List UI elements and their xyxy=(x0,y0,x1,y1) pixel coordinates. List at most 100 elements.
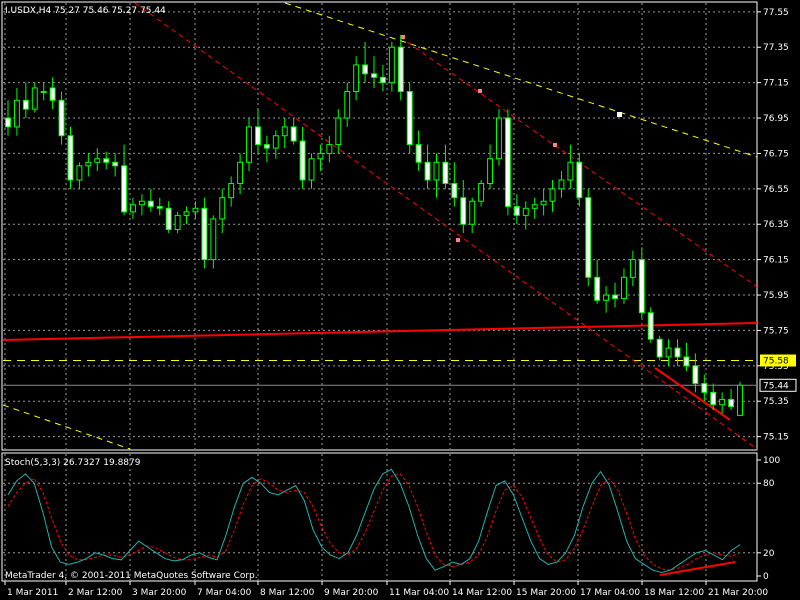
candle-bull xyxy=(210,218,217,261)
candle-bull xyxy=(130,204,136,213)
time-tick-label: 14 Mar 12:00 xyxy=(452,588,512,598)
candle-bear xyxy=(362,64,369,75)
trendline-anchor-marker xyxy=(617,112,622,117)
candle-bear xyxy=(460,197,467,225)
candle-bull xyxy=(31,87,38,110)
time-tick-label: 11 Mar 04:00 xyxy=(389,588,449,598)
time-tick-label: 15 Mar 20:00 xyxy=(516,588,576,598)
candle-bear xyxy=(22,99,29,110)
fractal-marker xyxy=(456,238,460,242)
candle-bear xyxy=(424,161,431,181)
symbol-info: I.USDX,H4 75.27 75.46 75.27 75.44 xyxy=(5,6,166,16)
candle-bear xyxy=(451,183,458,199)
price-axis: 77.55 77.35 77.15 76.95 76.75 76.55 76.35 76.15… xyxy=(757,8,797,443)
candle-bear xyxy=(683,356,690,367)
candle-bear xyxy=(299,140,306,181)
candle-bear xyxy=(397,46,404,92)
candle-bull xyxy=(531,204,538,209)
price-tick-label: 76.95 xyxy=(763,114,789,124)
price-tick-label: 76.75 xyxy=(763,149,789,159)
candle-bear xyxy=(638,259,645,314)
stochastic-axis: 100 80 20 0 xyxy=(757,456,780,582)
lower-trend-line xyxy=(2,404,131,450)
candle-bull xyxy=(522,207,529,216)
candle-bull xyxy=(335,117,342,146)
time-tick-label: 2 Mar 12:00 xyxy=(68,588,123,598)
candle-bull xyxy=(317,152,324,160)
candle-bull xyxy=(665,347,672,358)
chart-canvas[interactable]: 77.55 77.35 77.15 76.95 76.75 76.55 76.35 76.15… xyxy=(0,0,800,600)
candle-bear xyxy=(692,365,699,385)
candle-bear xyxy=(576,161,583,199)
candle-bull xyxy=(183,211,190,216)
candle-bull xyxy=(478,183,485,202)
candle-bull xyxy=(228,183,235,199)
candle-bull xyxy=(246,126,252,163)
candle-bull xyxy=(433,161,440,181)
trend-lines xyxy=(2,2,758,450)
stoch-tick-label: 100 xyxy=(763,456,780,466)
time-axis: 1 Mar 2011 2 Mar 12:00 3 Mar 20:00 7 Mar 04… xyxy=(4,581,768,598)
candle-bear xyxy=(701,383,708,393)
divergence-stoch-line xyxy=(659,561,736,576)
candle-bear xyxy=(58,99,65,137)
candle-bear xyxy=(710,391,717,406)
price-tick-label: 75.35 xyxy=(763,397,789,407)
candle-bear xyxy=(254,126,261,146)
price-tick-label: 77.15 xyxy=(763,79,789,89)
candles xyxy=(5,34,743,416)
time-tick-label: 21 Mar 20:00 xyxy=(708,588,768,598)
price-tick-label: 75.15 xyxy=(763,433,789,443)
candle-bull xyxy=(388,46,395,84)
chart-window: 77.55 77.35 77.15 76.95 76.75 76.55 76.35 76.15… xyxy=(0,0,800,600)
candle-bear xyxy=(165,207,172,231)
price-tick-label: 77.55 xyxy=(763,8,789,18)
stoch-tick-label: 20 xyxy=(763,549,775,559)
candle-bear xyxy=(121,165,128,213)
price-tick-label: 76.15 xyxy=(763,256,789,266)
candle-bear xyxy=(379,76,386,84)
candle-bull xyxy=(540,200,547,206)
candle-bull xyxy=(603,294,610,301)
candle-bull xyxy=(549,188,556,202)
time-tick-label: 8 Mar 12:00 xyxy=(260,588,315,598)
time-tick-label: 3 Mar 20:00 xyxy=(132,588,187,598)
candle-bear xyxy=(49,87,56,101)
candle-bear xyxy=(594,276,601,301)
candle-bull xyxy=(487,158,494,185)
candle-bull xyxy=(719,398,726,406)
candle-bull xyxy=(94,158,101,163)
fractal-marker xyxy=(553,143,557,147)
candle-bull xyxy=(174,214,181,231)
price-tick-label: 76.35 xyxy=(763,220,789,230)
candle-bear xyxy=(674,347,681,358)
candle-bull xyxy=(281,126,288,137)
time-tick-label: 18 Mar 12:00 xyxy=(644,588,704,598)
stoch-main-line xyxy=(7,468,741,574)
red-level-line xyxy=(2,322,758,341)
candle-bear xyxy=(656,338,663,358)
candle-bear xyxy=(612,294,618,300)
candle-bear xyxy=(647,312,654,340)
candle-bear xyxy=(513,206,520,216)
candle-bear xyxy=(290,126,297,142)
candle-bear xyxy=(442,161,449,185)
candle-bear xyxy=(156,206,163,209)
candle-bull xyxy=(40,90,47,93)
candle-bear xyxy=(5,117,11,128)
indicator-info: Stoch(5,3,3) 26.7327 19.8879 xyxy=(5,458,141,468)
candle-bull xyxy=(469,200,476,225)
candle-bull xyxy=(344,90,351,119)
candle-bull xyxy=(85,161,92,167)
copyright-text: MetaTrader 4, © 2001-2011 MetaQuotes Sof… xyxy=(5,571,258,581)
candle-bear xyxy=(201,207,208,261)
price-tick-label: 75.75 xyxy=(763,326,789,336)
candle-bear xyxy=(67,135,74,181)
time-tick-label: 1 Mar 2011 xyxy=(7,588,58,598)
candle-bull xyxy=(620,276,627,300)
candle-bear xyxy=(406,90,413,146)
candle-bull xyxy=(326,144,333,154)
candle-bull xyxy=(13,99,20,128)
candle-bear xyxy=(112,161,119,167)
stochastic-lines xyxy=(7,468,741,576)
